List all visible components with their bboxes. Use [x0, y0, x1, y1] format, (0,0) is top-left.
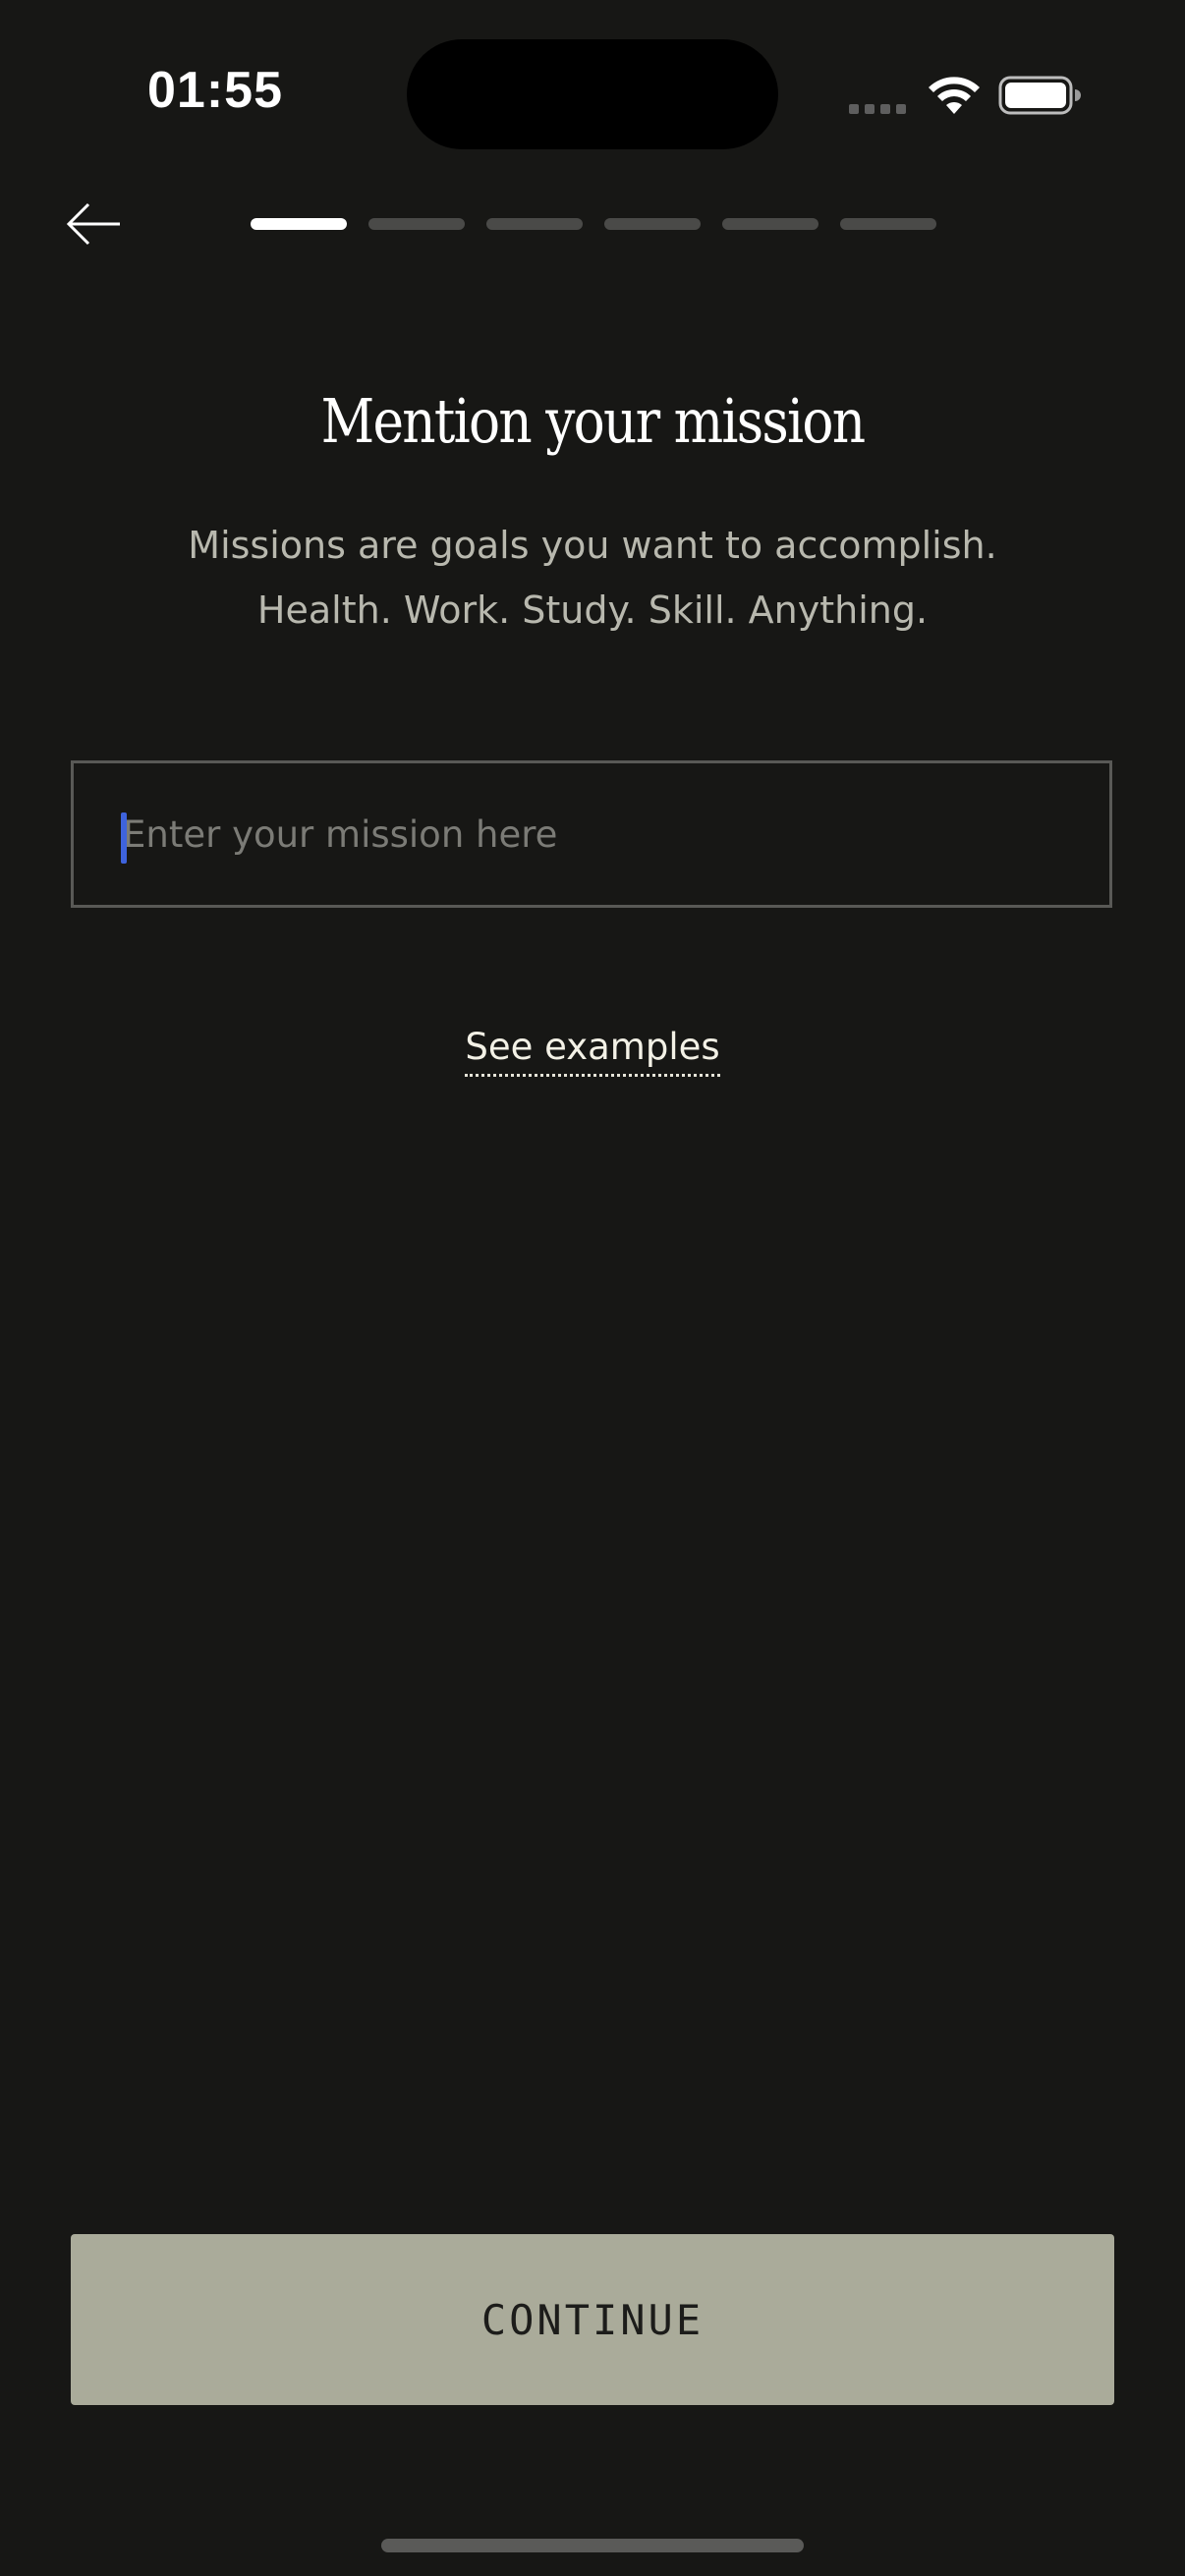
dynamic-island — [407, 39, 778, 149]
subtitle-line-1: Missions are goals you want to accomplis… — [188, 524, 997, 567]
text-caret — [121, 812, 127, 864]
wifi-icon — [929, 77, 980, 114]
signal-dots-icon — [849, 104, 906, 114]
subtitle-line-2: Health. Work. Study. Skill. Anything. — [256, 588, 929, 632]
progress-segment-3 — [486, 218, 583, 230]
progress-indicator — [251, 218, 936, 230]
see-examples: See examples — [0, 1026, 1185, 1077]
progress-segment-1 — [251, 218, 347, 230]
progress-segment-5 — [722, 218, 818, 230]
mission-input[interactable] — [74, 763, 1109, 905]
progress-segment-4 — [604, 218, 701, 230]
arrow-left-icon — [66, 202, 120, 246]
progress-segment-2 — [368, 218, 465, 230]
battery-icon — [998, 76, 1081, 115]
mission-field[interactable] — [71, 760, 1112, 908]
see-examples-link[interactable]: See examples — [465, 1026, 720, 1077]
continue-button[interactable]: CONTINUE — [71, 2234, 1114, 2405]
page-subtitle: Missions are goals you want to accomplis… — [0, 513, 1185, 643]
page-title: Mention your mission — [320, 385, 867, 457]
back-button[interactable] — [61, 193, 130, 255]
home-indicator — [381, 2539, 804, 2552]
status-time: 01:55 — [147, 62, 283, 119]
progress-segment-6 — [840, 218, 936, 230]
